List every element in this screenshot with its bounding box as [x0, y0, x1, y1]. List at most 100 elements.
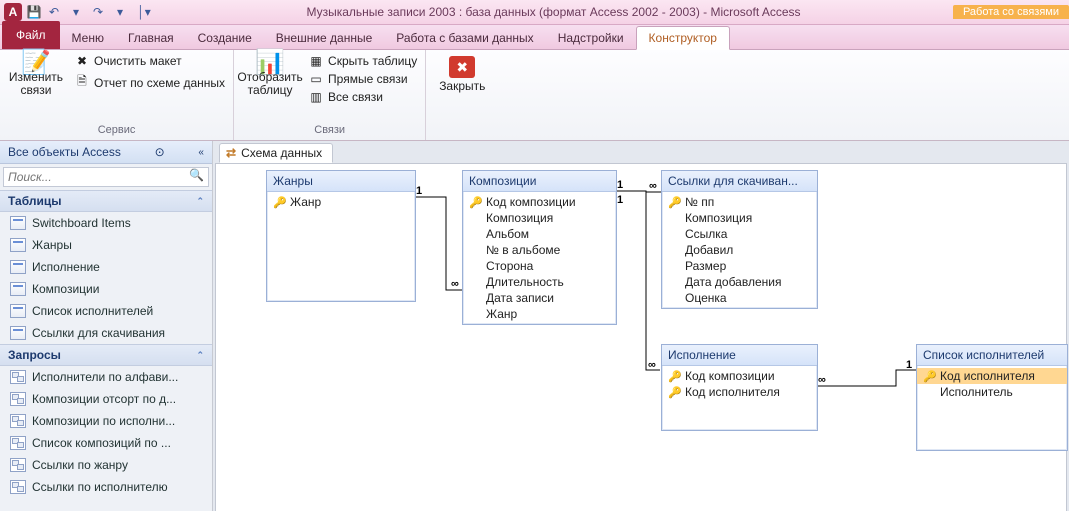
all-links-button[interactable]: ▥Все связи: [306, 88, 419, 106]
table-window-genres[interactable]: Жанры 🔑Жанр: [266, 170, 416, 302]
table-header[interactable]: Жанры: [267, 171, 415, 192]
nav-search: 🔍: [3, 167, 209, 187]
qat-customize-icon[interactable]: │▾: [136, 4, 152, 20]
key-icon: 🔑: [668, 386, 680, 399]
hide-label: Скрыть таблицу: [328, 54, 417, 68]
table-header[interactable]: Ссылки для скачиван...: [662, 171, 817, 192]
close-button[interactable]: ✖ Закрыть: [432, 52, 492, 93]
query-icon: [10, 436, 26, 450]
tab-addins[interactable]: Надстройки: [546, 27, 636, 49]
search-icon[interactable]: 🔍: [185, 168, 208, 186]
table-field[interactable]: Жанр: [463, 306, 616, 322]
nav-query-item[interactable]: Композиции по исполни...: [0, 410, 212, 432]
tab-dbtools[interactable]: Работа с базами данных: [384, 27, 545, 49]
ribbon-group-close: ✖ Закрыть: [426, 50, 498, 140]
table-field[interactable]: 🔑 Код исполнителя: [662, 384, 817, 400]
table-field[interactable]: Размер: [662, 258, 817, 274]
table-window-perf[interactable]: Исполнение 🔑Код композиции 🔑 Код исполнител…: [661, 344, 818, 431]
tab-menu[interactable]: Меню: [60, 27, 116, 49]
nav-query-item[interactable]: Ссылки по жанру: [0, 454, 212, 476]
nav-query-item[interactable]: Список композиций по ...: [0, 432, 212, 454]
search-input[interactable]: [4, 168, 185, 186]
table-header[interactable]: Список исполнителей: [917, 345, 1067, 366]
redo-icon[interactable]: ↷: [90, 4, 106, 20]
rel-one: 1: [906, 359, 912, 371]
group-label-links: Связи: [240, 124, 419, 138]
table-field[interactable]: Альбом: [463, 226, 616, 242]
field-name: Альбом: [486, 227, 529, 241]
cat-queries-label: Запросы: [8, 348, 61, 362]
table-field[interactable]: Оценка: [662, 290, 817, 306]
table-window-comp[interactable]: Композиции 🔑Код композицииКомпозиция Альбо…: [462, 170, 617, 325]
table-field[interactable]: Дата добавления: [662, 274, 817, 290]
ribbon: 📝 Изменить связи ✖Очистить макет 🗎Отчет …: [0, 50, 1069, 141]
table-field[interactable]: 🔑Код композиции: [662, 368, 817, 384]
edit-relations-label: Изменить связи: [6, 71, 66, 97]
query-icon: [10, 480, 26, 494]
tab-home[interactable]: Главная: [116, 27, 186, 49]
direct-links-button[interactable]: ▭Прямые связи: [306, 70, 419, 88]
table-field[interactable]: 🔑Код исполнителя: [917, 368, 1067, 384]
nav-query-item[interactable]: Исполнители по алфави...: [0, 366, 212, 388]
table-field[interactable]: Композиция: [662, 210, 817, 226]
table-field[interactable]: Длительность: [463, 274, 616, 290]
group-label-service: Сервис: [6, 124, 227, 138]
table-field[interactable]: Дата записи: [463, 290, 616, 306]
nav-table-item[interactable]: Switchboard Items: [0, 212, 212, 234]
rel-many: ∞: [818, 374, 826, 386]
table-field[interactable]: 🔑Код композиции: [463, 194, 616, 210]
nav-item-label: Switchboard Items: [32, 216, 131, 230]
nav-dropdown-icon[interactable]: ⊙: [155, 145, 165, 159]
nav-item-label: Жанры: [32, 238, 72, 252]
table-header[interactable]: Композиции: [463, 171, 616, 192]
hide-table-button[interactable]: ▦Скрыть таблицу: [306, 52, 419, 70]
table-icon: [10, 304, 26, 318]
undo-icon[interactable]: ↶: [46, 4, 62, 20]
table-field[interactable]: № в альбоме: [463, 242, 616, 258]
document-tab[interactable]: ⇄ Схема данных: [219, 143, 333, 163]
show-table-button[interactable]: 📊 Отобразить таблицу: [240, 52, 300, 97]
table-field[interactable]: 🔑№ пп: [662, 194, 817, 210]
nav-header[interactable]: Все объекты Access ⊙ «: [0, 141, 212, 164]
nav-table-item[interactable]: Жанры: [0, 234, 212, 256]
tab-design[interactable]: Конструктор: [636, 26, 730, 50]
schema-report-button[interactable]: 🗎Отчет по схеме данных: [72, 70, 227, 95]
nav-category-queries[interactable]: Запросы⌃: [0, 344, 212, 366]
close-icon: ✖: [449, 56, 475, 78]
nav-query-item[interactable]: Ссылки по исполнителю: [0, 476, 212, 498]
relationships-canvas[interactable]: 1 ∞ 1 ∞ 1 ∞ ∞ 1 Жанры🔑Жанр Композиции🔑Ко…: [215, 163, 1067, 511]
table-window-artists[interactable]: Список исполнителей 🔑Код исполнителяИспол…: [916, 344, 1068, 451]
field-name: Код исполнителя: [685, 385, 780, 399]
table-icon: [10, 238, 26, 252]
table-field[interactable]: 🔑Жанр: [267, 194, 415, 210]
rel-one: 1: [416, 185, 422, 197]
rel-one: 1: [617, 179, 623, 191]
nav-table-item[interactable]: Исполнение: [0, 256, 212, 278]
clear-layout-button[interactable]: ✖Очистить макет: [72, 52, 227, 70]
nav-table-item[interactable]: Композиции: [0, 278, 212, 300]
nav-category-tables[interactable]: Таблицы⌃: [0, 190, 212, 212]
table-field[interactable]: Сторона: [463, 258, 616, 274]
nav-table-item[interactable]: Список исполнителей: [0, 300, 212, 322]
rel-one: 1: [617, 194, 623, 206]
table-header[interactable]: Исполнение: [662, 345, 817, 366]
window-title: Музыкальные записи 2003 : база данных (ф…: [154, 5, 953, 19]
save-icon[interactable]: 💾: [26, 4, 42, 20]
nav-collapse-icon[interactable]: «: [198, 147, 204, 158]
ribbon-group-service: 📝 Изменить связи ✖Очистить макет 🗎Отчет …: [0, 50, 234, 140]
tab-external[interactable]: Внешние данные: [264, 27, 385, 49]
table-field[interactable]: Добавил: [662, 242, 817, 258]
table-field[interactable]: Ссылка: [662, 226, 817, 242]
field-name: Композиция: [486, 211, 553, 225]
key-icon: 🔑: [923, 370, 935, 383]
nav-item-label: Ссылки для скачивания: [32, 326, 165, 340]
nav-item-label: Исполнение: [32, 260, 100, 274]
table-window-links[interactable]: Ссылки для скачиван... 🔑№ ппКомпозицияСсы…: [661, 170, 818, 309]
nav-table-item[interactable]: Ссылки для скачивания: [0, 322, 212, 344]
tab-file[interactable]: Файл: [2, 21, 60, 49]
edit-relations-button[interactable]: 📝 Изменить связи: [6, 52, 66, 97]
table-field[interactable]: Композиция: [463, 210, 616, 226]
tab-create[interactable]: Создание: [186, 27, 264, 49]
nav-query-item[interactable]: Композиции отсорт по д...: [0, 388, 212, 410]
table-field[interactable]: Исполнитель: [917, 384, 1067, 400]
